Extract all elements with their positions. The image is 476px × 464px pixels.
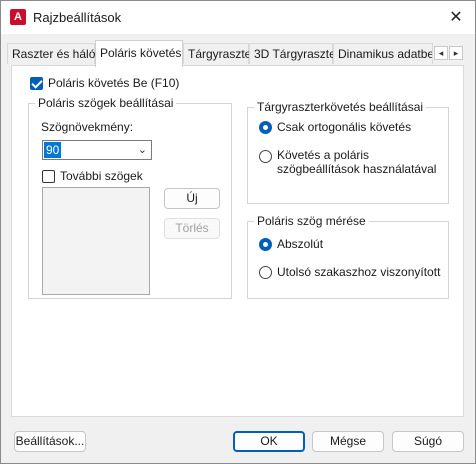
absolute-radio[interactable] — [259, 238, 272, 251]
drawing-settings-dialog: A Rajzbeállítások ✕ Raszter és háló Polá… — [0, 0, 476, 464]
increment-angle-combo[interactable]: 90 ⌄ — [42, 140, 152, 160]
tab-scroll-right-icon[interactable]: ▸ — [449, 46, 463, 60]
track-all-polar-label: Követés a poláris szögbeállítások haszná… — [277, 148, 437, 176]
options-button[interactable]: Beállítások... — [14, 431, 86, 452]
new-angle-button[interactable]: Új — [164, 188, 220, 209]
ok-button[interactable]: OK — [233, 431, 305, 452]
relative-to-last-segment-radio[interactable] — [259, 266, 272, 279]
cancel-button[interactable]: Mégse — [312, 431, 384, 452]
chevron-down-icon: ⌄ — [137, 144, 147, 156]
close-button[interactable]: ✕ — [445, 7, 467, 29]
autocad-app-icon: A — [10, 9, 26, 25]
delete-angle-button[interactable]: Törlés — [164, 218, 220, 239]
tab-object-snap[interactable]: Tárgyraszter — [183, 43, 255, 64]
increment-angle-label: Szögnövekmény: — [41, 120, 134, 134]
additional-angles-list[interactable] — [42, 187, 150, 295]
polar-tracking-panel: Poláris követés Be (F10) Poláris szögek … — [11, 65, 464, 417]
additional-angles-label: További szögek — [60, 169, 143, 183]
tab-scroll-left-icon[interactable]: ◂ — [434, 46, 448, 60]
tab-dynamic-input[interactable]: Dinamikus adatbevitel — [333, 43, 433, 64]
orthogonal-only-label: Csak ortogonális követés — [277, 120, 412, 134]
orthogonal-only-radio[interactable] — [259, 121, 272, 134]
increment-angle-value: 90 — [44, 142, 62, 158]
tab-strip: Raszter és háló Poláris követés Tárgyras… — [1, 34, 475, 67]
absolute-label: Abszolút — [277, 237, 324, 251]
tab-3d-object-snap[interactable]: 3D Tárgyraszter — [249, 43, 340, 64]
help-button[interactable]: Súgó — [392, 431, 464, 452]
polar-angle-settings-group: Poláris szögek beállításai Szögnövekmény… — [28, 96, 232, 299]
window-title: Rajzbeállítások — [33, 10, 122, 25]
tab-polar-tracking[interactable]: Poláris követés — [95, 40, 183, 67]
polar-angle-measurement-group: Poláris szög mérése Abszolút Utolsó szak… — [247, 214, 449, 299]
object-snap-tracking-title: Tárgyraszterkövetés beállításai — [254, 100, 427, 114]
object-snap-tracking-group: Tárgyraszterkövetés beállításai Csak ort… — [247, 100, 449, 204]
title-bar: A Rajzbeállítások ✕ — [1, 1, 475, 34]
polar-tracking-on-checkbox[interactable] — [30, 77, 43, 90]
track-all-polar-radio[interactable] — [259, 150, 272, 163]
polar-angle-measurement-title: Poláris szög mérése — [254, 214, 369, 228]
polar-angle-settings-title: Poláris szögek beállításai — [35, 96, 177, 110]
relative-to-last-segment-label: Utolsó szakaszhoz viszonyított — [277, 265, 441, 279]
tab-grid-and-snap[interactable]: Raszter és háló — [7, 43, 95, 64]
polar-tracking-on-label: Poláris követés Be (F10) — [48, 76, 180, 90]
additional-angles-checkbox[interactable] — [42, 170, 55, 183]
